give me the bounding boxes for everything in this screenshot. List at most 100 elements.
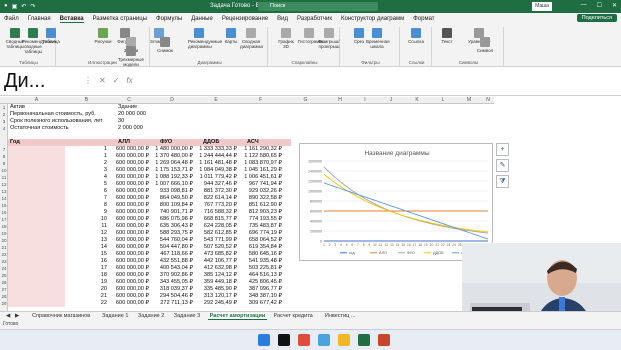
table-cell[interactable]: 8: [65, 202, 108, 209]
table-cell[interactable]: 864 049,50 ₽: [150, 195, 194, 202]
table-cell[interactable]: 504 447,80 ₽: [150, 244, 194, 251]
row-number[interactable]: 9: [0, 160, 8, 167]
row-number[interactable]: 19: [0, 230, 8, 237]
info-value[interactable]: Здание: [118, 104, 137, 111]
table-cell[interactable]: 600 000,00 ₽: [108, 188, 150, 195]
table-cell[interactable]: 580 645,16 ₽: [238, 251, 283, 258]
info-label[interactable]: Актив: [10, 104, 25, 111]
ribbon-button[interactable]: Выигрыш/проигрыш: [318, 28, 340, 49]
info-label[interactable]: Первоначальная стоимость, руб.: [10, 111, 96, 118]
sheet-tab[interactable]: Инвестиц ...: [323, 313, 358, 319]
fx-icon[interactable]: fx: [126, 76, 132, 85]
table-cell[interactable]: 507 520,52 ₽: [194, 244, 238, 251]
menu-tab[interactable]: Конструктор диаграмм: [341, 16, 404, 22]
table-cell[interactable]: 658 064,52 ₽: [238, 237, 283, 244]
maximize-icon[interactable]: ☐: [597, 2, 602, 9]
info-label[interactable]: Срок полезного использования, лет: [10, 118, 103, 125]
row-number[interactable]: 23: [0, 258, 8, 265]
table-cell[interactable]: 425 806,45 ₽: [238, 279, 283, 286]
table-cell[interactable]: 464 516,13 ₽: [238, 272, 283, 279]
table-cell[interactable]: 600 000,00 ₽: [108, 286, 150, 293]
menu-tab[interactable]: Главная: [28, 16, 51, 22]
table-cell[interactable]: 21: [65, 293, 108, 300]
table-cell[interactable]: 600 000,00 ₽: [108, 279, 150, 286]
table-cell[interactable]: 1 244 444,44 ₽: [194, 153, 238, 160]
undo-icon[interactable]: ↶: [21, 3, 26, 10]
menu-tab[interactable]: Разработчик: [297, 16, 332, 22]
table-cell[interactable]: 774 193,55 ₽: [238, 216, 283, 223]
row-number[interactable]: 28: [0, 293, 8, 300]
table-cell[interactable]: 624 228,05 ₽: [194, 223, 238, 230]
column-header[interactable]: M: [456, 97, 482, 103]
table-header-cell[interactable]: Год: [10, 139, 20, 146]
ribbon-button[interactable]: Карты: [220, 28, 242, 44]
close-icon[interactable]: ✕: [612, 2, 617, 9]
table-cell[interactable]: 600 000,00 ₽: [108, 153, 150, 160]
table-cell[interactable]: 20: [65, 286, 108, 293]
column-header[interactable]: B: [65, 97, 108, 103]
table-cell[interactable]: 1 088 192,33 ₽: [150, 174, 194, 181]
table-header-cell[interactable]: ДДОБ: [203, 139, 219, 146]
chart-filter-icon[interactable]: ⧩: [496, 175, 509, 188]
ribbon-button[interactable]: Текст: [436, 28, 458, 44]
table-cell[interactable]: 12: [65, 230, 108, 237]
ribbon-button[interactable]: Снимок: [148, 37, 182, 53]
sheet-tab[interactable]: Задание 1: [100, 313, 130, 319]
table-cell[interactable]: 890 322,58 ₽: [238, 195, 283, 202]
table-cell[interactable]: 800 109,84 ₽: [150, 202, 194, 209]
table-cell[interactable]: 292 245,49 ₽: [194, 300, 238, 307]
table-cell[interactable]: 1 084 049,38 ₽: [194, 167, 238, 174]
table-cell[interactable]: 1 161 481,48 ₽: [194, 160, 238, 167]
redo-icon[interactable]: ↷: [30, 3, 35, 10]
sheet-tab[interactable]: Расчет амортизации: [207, 313, 268, 320]
column-header[interactable]: G: [283, 97, 328, 103]
table-cell[interactable]: 432 551,88 ₽: [150, 258, 194, 265]
explorer-icon[interactable]: [338, 334, 350, 346]
row-number[interactable]: 1: [0, 104, 8, 111]
table-cell[interactable]: 13: [65, 237, 108, 244]
table-cell[interactable]: 600 000,00 ₽: [108, 244, 150, 251]
table-cell[interactable]: 1 269 064,48 ₽: [150, 160, 194, 167]
row-number[interactable]: 24: [0, 265, 8, 272]
table-cell[interactable]: 343 455,05 ₽: [150, 279, 194, 286]
table-cell[interactable]: 1 175 153,71 ₽: [150, 167, 194, 174]
user-account[interactable]: Маша: [532, 2, 552, 11]
table-cell[interactable]: 1 006 451,61 ₽: [238, 174, 283, 181]
table-cell[interactable]: 716 588,32 ₽: [194, 209, 238, 216]
ribbon-button[interactable]: Символ: [468, 37, 502, 53]
table-cell[interactable]: 686 075,98 ₽: [150, 216, 194, 223]
table-cell[interactable]: 348 387,10 ₽: [238, 293, 283, 300]
cancel-icon[interactable]: ✕: [99, 76, 106, 85]
table-cell[interactable]: 600 000,00 ₽: [108, 230, 150, 237]
table-cell[interactable]: 822 614,14 ₽: [194, 195, 238, 202]
sheet-tab[interactable]: Расчет кредита: [272, 313, 315, 319]
ribbon-button[interactable]: Рисунки: [92, 28, 114, 44]
table-header-cell[interactable]: АЛЛ: [118, 139, 130, 146]
row-number[interactable]: 27: [0, 286, 8, 293]
row-number[interactable]: 29: [0, 300, 8, 307]
table-cell[interactable]: 7: [65, 195, 108, 202]
table-cell[interactable]: 944 327,46 ₽: [194, 181, 238, 188]
table-cell[interactable]: 442 106,77 ₽: [194, 258, 238, 265]
table-cell[interactable]: 18: [65, 272, 108, 279]
table-cell[interactable]: 582 612,85 ₽: [194, 230, 238, 237]
ribbon-button[interactable]: Сводная диаграмма: [240, 28, 263, 49]
table-cell[interactable]: 294 504,46 ₽: [150, 293, 194, 300]
ribbon-button[interactable]: График 3D: [275, 28, 297, 49]
row-number[interactable]: 4: [0, 125, 8, 132]
table-cell[interactable]: 1 083 870,97 ₽: [238, 160, 283, 167]
table-cell[interactable]: 600 000,00 ₽: [108, 300, 150, 307]
table-cell[interactable]: 400 543,04 ₽: [150, 265, 194, 272]
table-cell[interactable]: 17: [65, 265, 108, 272]
table-cell[interactable]: 2: [65, 160, 108, 167]
ribbon-button[interactable]: Таблица: [40, 28, 62, 44]
confirm-icon[interactable]: ✓: [113, 76, 120, 85]
table-cell[interactable]: 588 293,75 ₽: [150, 230, 194, 237]
tab-scroll-left-icon[interactable]: ◀: [4, 313, 12, 319]
table-cell[interactable]: 600 000,00 ₽: [108, 146, 150, 153]
more-icon[interactable]: ⋮: [84, 76, 92, 85]
table-cell[interactable]: 696 774,19 ₽: [238, 230, 283, 237]
column-header[interactable]: N: [482, 97, 494, 103]
row-number[interactable]: 25: [0, 272, 8, 279]
ribbon-button[interactable]: Ссылка: [405, 28, 427, 44]
